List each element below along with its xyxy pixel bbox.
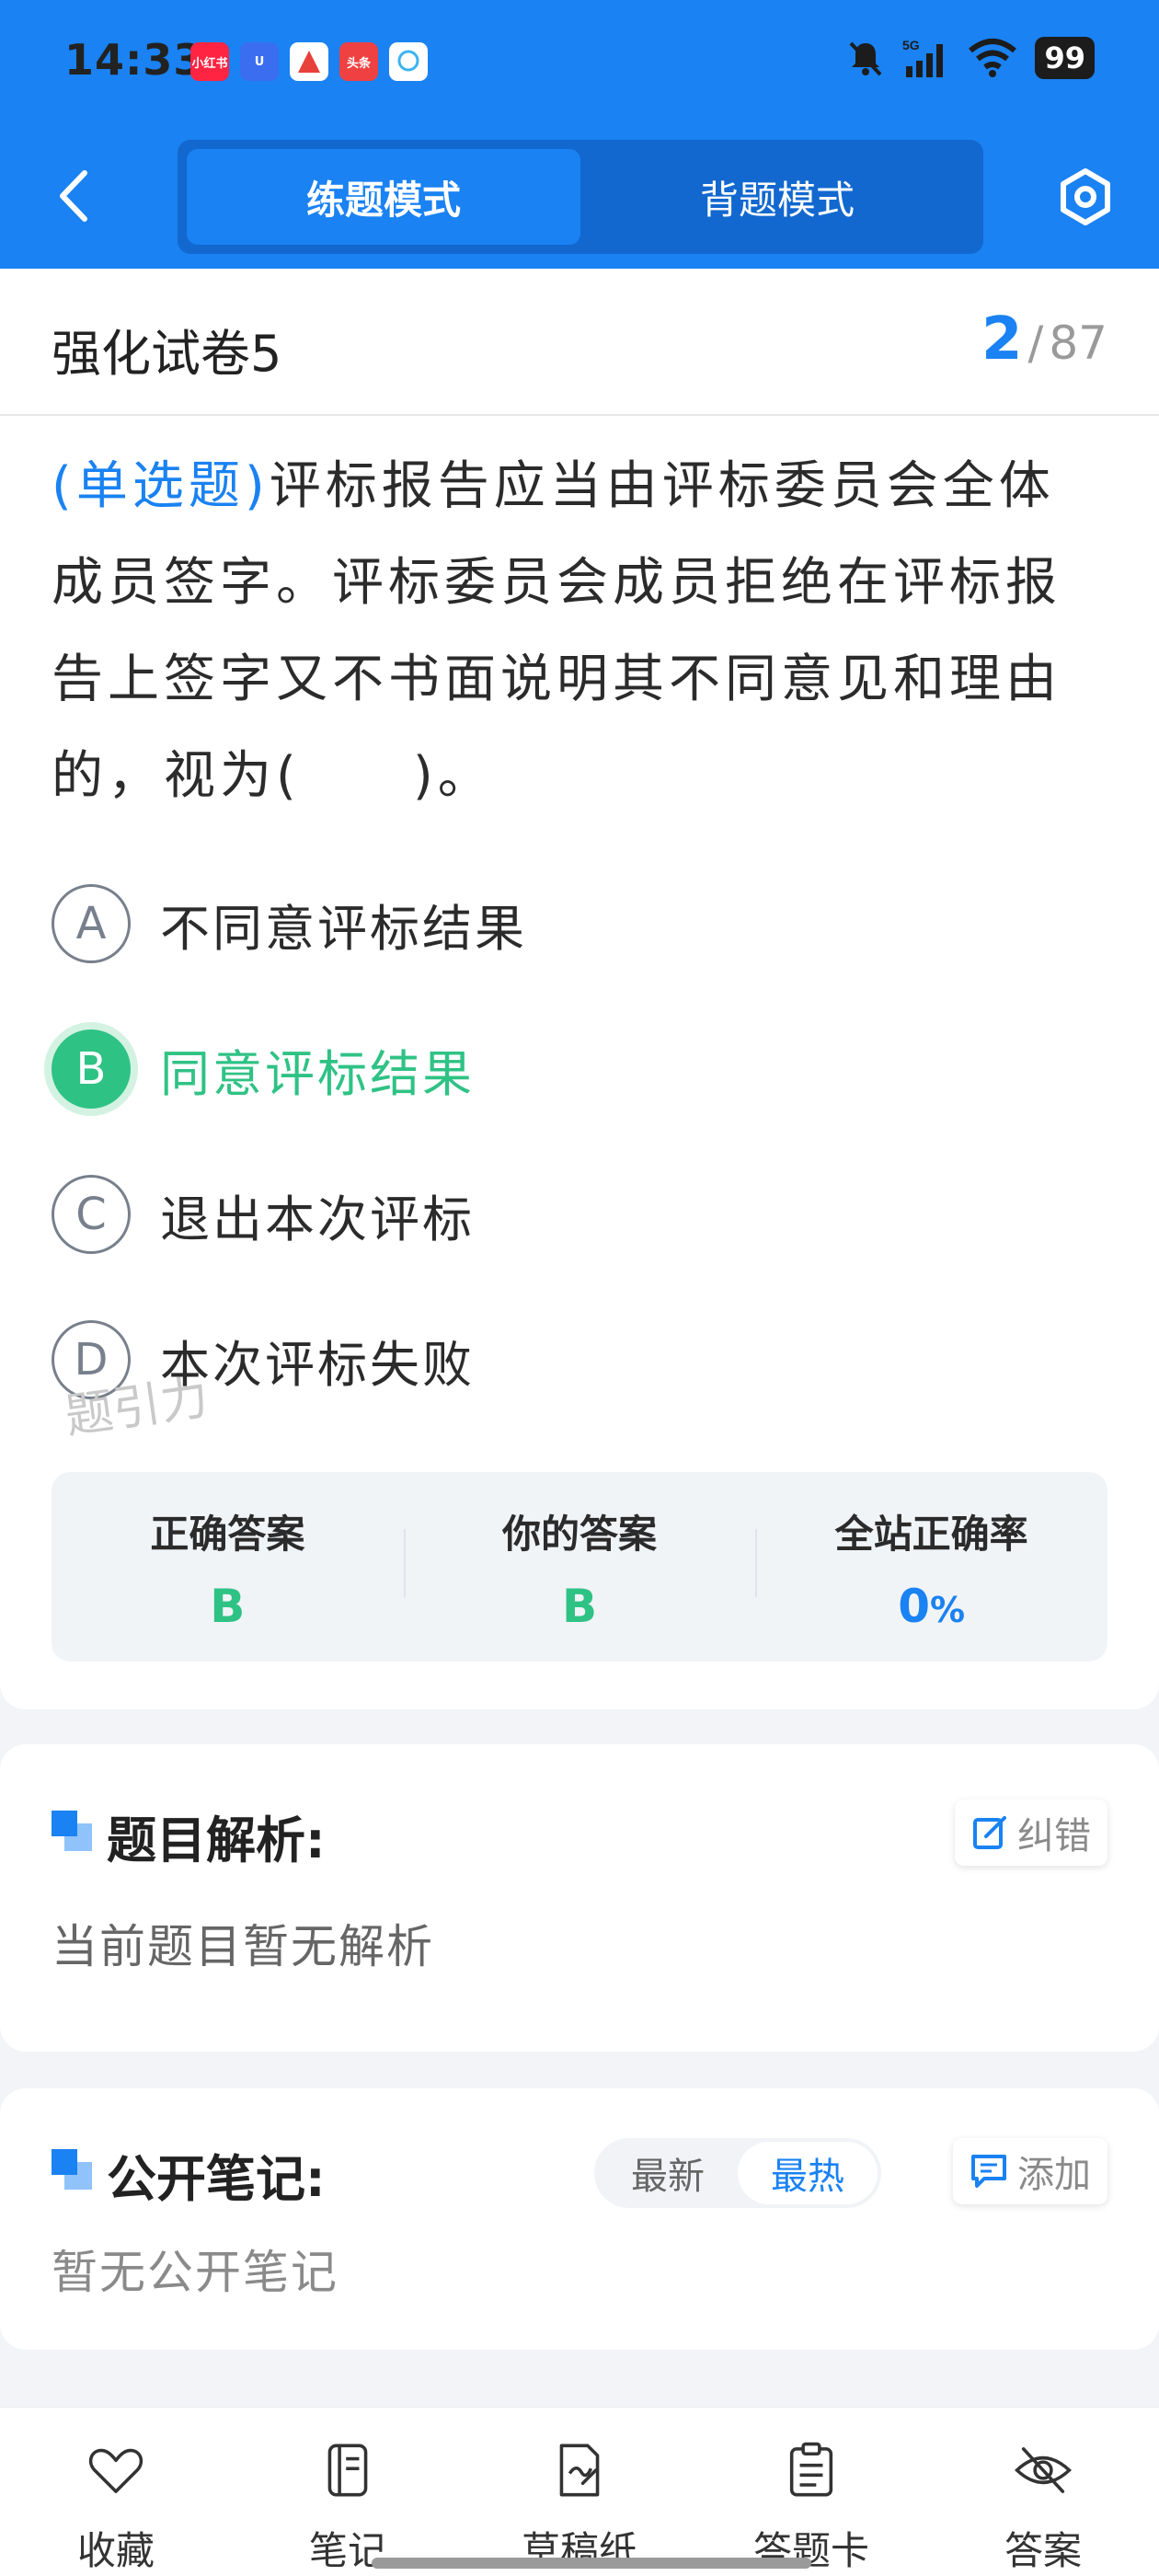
add-note-label: 添加 bbox=[1017, 2154, 1091, 2196]
settings-icon bbox=[1061, 168, 1110, 225]
signal-icon: 5G bbox=[902, 38, 944, 77]
svg-text:5G: 5G bbox=[902, 38, 920, 52]
public-notes-card: 公开笔记: 最新 最热 添加 暂无公开笔记 bbox=[0, 2088, 1159, 2350]
sort-hottest[interactable]: 最热 bbox=[738, 2142, 878, 2204]
xiaohongshu-icon: 小红书 bbox=[190, 42, 229, 81]
settings-button[interactable] bbox=[1056, 167, 1115, 226]
battery-indicator: 99 bbox=[1035, 37, 1095, 79]
correct-answer-block: 正确答案 B bbox=[52, 1472, 404, 1662]
question-card: (单选题)评标报告应当由评标委员会全体成员签字。评标委员会成员拒绝在评标报告上签… bbox=[0, 416, 1159, 1709]
your-answer-block: 你的答案 B bbox=[403, 1472, 756, 1662]
paper-title-bar: 强化试卷5 2 / 87 bbox=[0, 269, 1159, 416]
your-answer-label: 你的答案 bbox=[502, 1512, 658, 1557]
notes-button[interactable]: 笔记 bbox=[232, 2408, 464, 2576]
scratch-paper-button[interactable]: 草稿纸 bbox=[464, 2408, 695, 2576]
section-marker-icon bbox=[52, 2149, 92, 2190]
question-stem: (单选题)评标报告应当由评标委员会全体成员签字。评标委员会成员拒绝在评标报告上签… bbox=[52, 438, 1109, 824]
status-indicators: 5G 99 bbox=[845, 37, 1095, 79]
add-note-button[interactable]: 添加 bbox=[953, 2138, 1107, 2204]
home-indicator[interactable] bbox=[372, 2558, 811, 2569]
correct-answer-label: 正确答案 bbox=[150, 1512, 305, 1557]
notification-icons: 小红书 U 头条 bbox=[190, 42, 428, 81]
answer-summary: 正确答案 B 你的答案 B 全站正确率 0% bbox=[52, 1472, 1107, 1662]
clipboard-icon bbox=[789, 2442, 833, 2497]
favorite-button[interactable]: 收藏 bbox=[0, 2408, 232, 2576]
section-marker-icon bbox=[52, 1811, 92, 1851]
option-text: 本次评标失败 bbox=[160, 1335, 475, 1394]
app-header: 14:33 小红书 U 头条 5G 99 练题模式 背题模式 bbox=[0, 0, 1159, 269]
option-letter: B bbox=[52, 1029, 131, 1109]
chevron-left-icon bbox=[60, 170, 87, 222]
toutiao-icon: 头条 bbox=[339, 42, 378, 81]
scratch-pad-icon bbox=[559, 2444, 600, 2497]
status-time: 14:33 bbox=[64, 35, 204, 85]
your-answer-value: B bbox=[561, 1580, 598, 1633]
paper-title: 强化试卷5 bbox=[52, 325, 282, 383]
bottom-toolbar: 收藏 笔记 草稿纸 答题卡 答案 bbox=[0, 2407, 1159, 2576]
counter-separator: / bbox=[1027, 316, 1044, 370]
accuracy-rate-block: 全站正确率 0% bbox=[755, 1472, 1107, 1662]
wifi-icon bbox=[969, 39, 1017, 77]
correct-answer-value: B bbox=[210, 1580, 246, 1633]
accuracy-rate-label: 全站正确率 bbox=[834, 1512, 1028, 1557]
public-notes-body: 暂无公开笔记 bbox=[52, 2246, 339, 2299]
option-text: 退出本次评标 bbox=[160, 1190, 475, 1248]
option-letter: A bbox=[52, 884, 131, 963]
notebook-icon bbox=[327, 2444, 368, 2497]
tab-memorize-mode[interactable]: 背题模式 bbox=[580, 149, 974, 245]
question-counter[interactable]: 2 / 87 bbox=[981, 305, 1107, 374]
option-a[interactable]: A 不同意评标结果 bbox=[52, 883, 527, 964]
public-notes-title: 公开笔记: bbox=[107, 2150, 326, 2208]
eye-off-icon bbox=[1014, 2447, 1073, 2493]
current-question-number: 2 bbox=[981, 305, 1023, 374]
mute-bell-icon bbox=[850, 41, 882, 76]
mode-switch: 练题模式 背题模式 bbox=[178, 140, 983, 254]
app-u-icon: U bbox=[240, 42, 279, 81]
option-text: 同意评标结果 bbox=[160, 1044, 475, 1103]
answer-sheet-button[interactable]: 答题卡 bbox=[695, 2408, 927, 2576]
total-questions: 87 bbox=[1049, 316, 1107, 370]
option-c[interactable]: C 退出本次评标 bbox=[52, 1174, 475, 1255]
chat-icon bbox=[389, 42, 428, 81]
analysis-title: 题目解析: bbox=[107, 1811, 326, 1869]
comment-icon bbox=[971, 2155, 1006, 2188]
accuracy-rate-unit: % bbox=[930, 1590, 966, 1630]
report-error-button[interactable]: 纠错 bbox=[955, 1800, 1107, 1866]
tab-practice-mode[interactable]: 练题模式 bbox=[187, 149, 580, 245]
answer-visibility-button[interactable]: 答案 bbox=[927, 2408, 1159, 2576]
favorite-label: 收藏 bbox=[76, 2528, 155, 2573]
heart-icon bbox=[88, 2448, 143, 2493]
option-letter: C bbox=[52, 1175, 131, 1254]
option-b[interactable]: B 同意评标结果 bbox=[52, 1029, 475, 1110]
accuracy-rate-number: 0 bbox=[898, 1580, 931, 1633]
report-error-label: 纠错 bbox=[1017, 1815, 1091, 1857]
accuracy-rate-value: 0% bbox=[898, 1580, 965, 1633]
option-text: 不同意评标结果 bbox=[160, 899, 527, 958]
notes-sort-toggle: 最新 最热 bbox=[594, 2138, 881, 2208]
edit-icon bbox=[973, 1816, 1006, 1849]
analysis-card: 题目解析: 纠错 当前题目暂无解析 bbox=[0, 1744, 1159, 2052]
analysis-body: 当前题目暂无解析 bbox=[52, 1920, 434, 1973]
back-button[interactable] bbox=[52, 166, 98, 226]
app-a-icon bbox=[290, 42, 328, 81]
answer-visibility-label: 答案 bbox=[1004, 2528, 1082, 2573]
sort-newest[interactable]: 最新 bbox=[598, 2142, 738, 2204]
question-type: (单选题) bbox=[52, 456, 270, 516]
